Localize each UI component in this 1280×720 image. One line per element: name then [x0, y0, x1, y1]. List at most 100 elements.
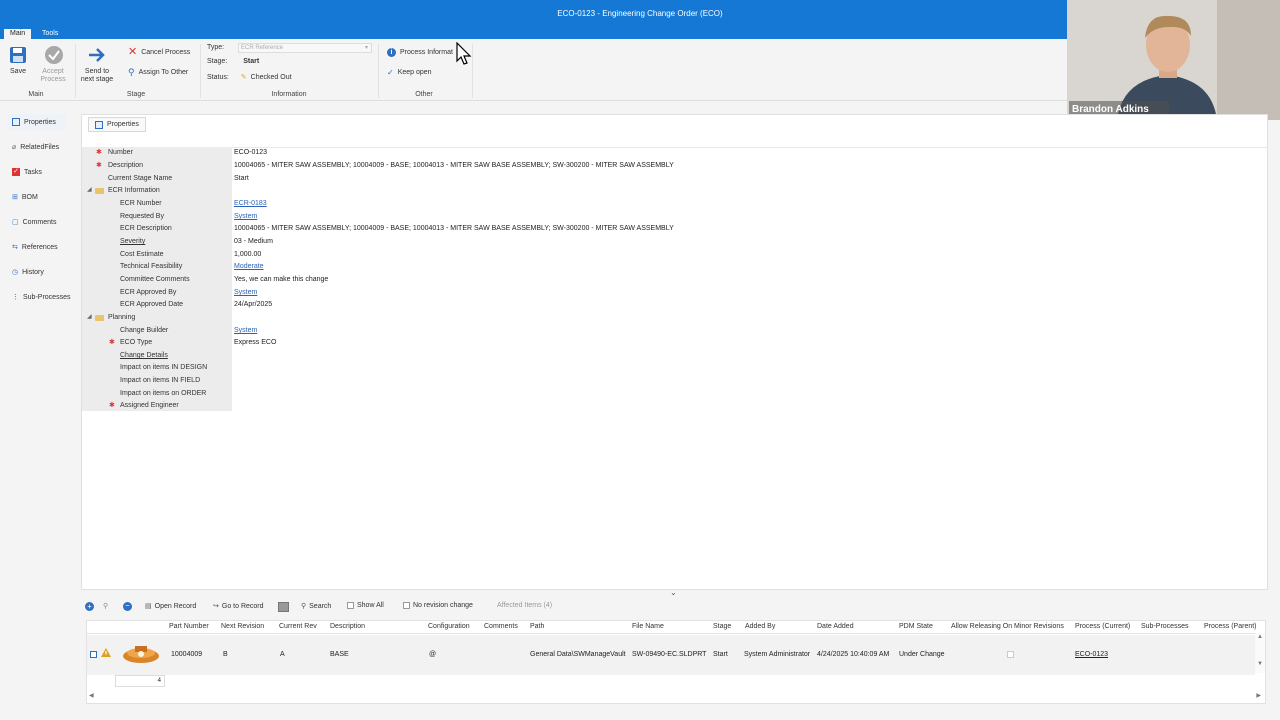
property-value: Yes, we can make this change [234, 276, 329, 283]
sidebar-item-bom[interactable]: ⊞ BOM [12, 189, 38, 205]
column-header[interactable]: Current Rev [279, 623, 317, 630]
process-info-button[interactable]: i Process Informat [387, 48, 453, 57]
property-row-ecr-number[interactable]: ECR Number ECR-0183 [82, 197, 1268, 210]
horizontal-scrollbar[interactable]: ◀ ▶ [87, 691, 1265, 701]
assign-other-button[interactable]: ⚲ Assign To Other [128, 68, 188, 77]
scroll-left-icon[interactable]: ◀ [89, 692, 94, 699]
property-row-severity[interactable]: Severity 03 - Medium [82, 235, 1268, 248]
no-revision-change-checkbox[interactable]: No revision change [403, 602, 473, 609]
column-header[interactable]: Configuration [428, 623, 470, 630]
close-icon: ✕ [128, 46, 138, 58]
row-checkbox[interactable] [90, 651, 97, 660]
comment-icon: ▢ [12, 219, 19, 226]
tab-main[interactable]: Main [4, 29, 32, 39]
properties-icon [95, 120, 103, 129]
add-button[interactable]: + [85, 602, 94, 611]
keep-open-checkbox[interactable]: ✓ Keep open [387, 68, 432, 77]
column-header[interactable]: Comments [484, 623, 518, 630]
grid-view-button[interactable] [278, 602, 289, 612]
remove-button[interactable]: − [123, 602, 132, 611]
property-row-number[interactable]: ✱ Number ECO-0123 [82, 146, 1268, 159]
search-add-icon: ⚲ [103, 603, 109, 610]
technical-feasibility-link[interactable]: Moderate [234, 260, 264, 273]
sidebar-item-label: Comments [22, 218, 57, 226]
column-header[interactable]: Part Number [169, 623, 209, 630]
tab-properties[interactable]: Properties [88, 117, 146, 132]
allow-releasing-checkbox[interactable] [1007, 651, 1014, 660]
splitter-chevron-icon[interactable]: ⌄ [670, 588, 677, 597]
ribbon-separator [75, 44, 76, 98]
keep-open-label: Keep open [397, 69, 432, 76]
collapse-icon[interactable]: ◢ [87, 184, 92, 197]
sidebar-item-history[interactable]: ◷ History [12, 264, 44, 280]
cancel-process-button[interactable]: ✕ Cancel Process [128, 46, 190, 58]
webcam-overlay: Brandon Adkins [1067, 0, 1280, 120]
sidebar-item-tasks[interactable]: ✓ Tasks [12, 164, 42, 180]
sidebar-item-label: History [22, 268, 44, 276]
cell-current-rev: A [280, 651, 285, 658]
type-select[interactable]: ECR Reference ▾ [238, 43, 372, 53]
ecr-number-link[interactable]: ECR-0183 [234, 197, 267, 210]
column-header[interactable]: Sub-Processes [1141, 623, 1188, 630]
property-group-planning[interactable]: ◢ Planning [82, 311, 1268, 324]
property-row-impact-design[interactable]: Impact on items IN DESIGN [82, 361, 1268, 374]
affected-items-grid: Part Number Next Revision Current Rev De… [86, 620, 1266, 704]
open-record-button[interactable]: ▤ Open Record [145, 602, 196, 611]
sidebar-item-label: Tasks [24, 168, 42, 176]
group-other-label: Other [415, 91, 433, 98]
property-value: Express ECO [234, 339, 277, 346]
cell-date-added: 4/24/2025 10:40:09 AM [817, 651, 890, 658]
property-row-ecr-approved-date[interactable]: ECR Approved Date 24/Apr/2025 [82, 298, 1268, 311]
property-row-eco-type[interactable]: ✱ ECO Type Express ECO [82, 336, 1268, 349]
column-header[interactable]: Date Added [817, 623, 854, 630]
property-group-ecr-information[interactable]: ◢ ECR Information [82, 184, 1268, 197]
property-row-assigned-engineer[interactable]: ✱ Assigned Engineer [82, 399, 1268, 412]
column-header[interactable]: Path [530, 623, 544, 630]
scroll-down-icon[interactable]: ▼ [1257, 661, 1263, 667]
history-icon: ◷ [12, 269, 19, 276]
scroll-right-icon[interactable]: ▶ [1256, 692, 1261, 699]
property-row-ecr-description[interactable]: ECR Description 10004065 - MITER SAW ASS… [82, 222, 1268, 235]
column-header[interactable]: Description [330, 623, 365, 630]
process-current-link[interactable]: ECO-0123 [1075, 651, 1108, 658]
no-revision-change-label: No revision change [413, 602, 473, 609]
search-icon: ⚲ [301, 603, 307, 610]
property-row-impact-field[interactable]: Impact on items IN FIELD [82, 374, 1268, 387]
sidebar-item-references[interactable]: ⇆ References [12, 239, 58, 255]
sidebar-item-properties[interactable]: Properties [8, 114, 66, 130]
ribbon-separator [378, 44, 379, 98]
show-all-checkbox[interactable]: Show All [347, 602, 384, 609]
goto-record-button[interactable]: ↪ Go to Record [213, 602, 264, 611]
property-label: Severity [120, 238, 146, 245]
accept-process-button[interactable]: Accept Process [38, 45, 70, 84]
column-header[interactable]: PDM State [899, 623, 933, 630]
affected-items-label: Affected Items (4) [497, 602, 553, 609]
sidebar-item-sub-processes[interactable]: ⋮ Sub-Processes [12, 289, 70, 305]
divider [87, 633, 1255, 634]
collapse-icon[interactable]: ◢ [87, 311, 92, 324]
property-label: Number [108, 149, 133, 156]
row-count: 4 [157, 678, 161, 684]
add-search-button[interactable]: ⚲ [103, 602, 108, 610]
sidebar-item-comments[interactable]: ▢ Comments [12, 214, 56, 230]
search-button[interactable]: ⚲ Search [301, 602, 331, 611]
tab-tools[interactable]: Tools [36, 29, 64, 39]
send-next-stage-button[interactable]: Send to next stage [80, 45, 114, 84]
column-header[interactable]: Added By [745, 623, 775, 630]
column-header[interactable]: Process (Parent) [1204, 623, 1257, 630]
column-header[interactable]: Process (Current) [1075, 623, 1130, 630]
vertical-scrollbar[interactable]: ▲ ▼ [1255, 633, 1265, 673]
save-icon [10, 47, 26, 63]
column-header[interactable]: Stage [713, 623, 731, 630]
sidebar-item-label: Properties [24, 118, 56, 126]
save-button[interactable]: Save [6, 45, 30, 76]
property-row-committee-comments[interactable]: Committee Comments Yes, we can make this… [82, 273, 1268, 286]
column-header[interactable]: File Name [632, 623, 664, 630]
column-header[interactable]: Next Revision [221, 623, 264, 630]
sidebar-item-relatedfiles[interactable]: ⌀ RelatedFiles [12, 139, 59, 155]
column-header[interactable]: Allow Releasing On Minor Revisions [951, 623, 1064, 630]
property-row-technical-feasibility[interactable]: Technical Feasibility Moderate [82, 260, 1268, 273]
property-label: Committee Comments [120, 276, 190, 283]
property-row-description[interactable]: ✱ Description 10004065 - MITER SAW ASSEM… [82, 159, 1268, 172]
scroll-up-icon[interactable]: ▲ [1257, 634, 1263, 640]
